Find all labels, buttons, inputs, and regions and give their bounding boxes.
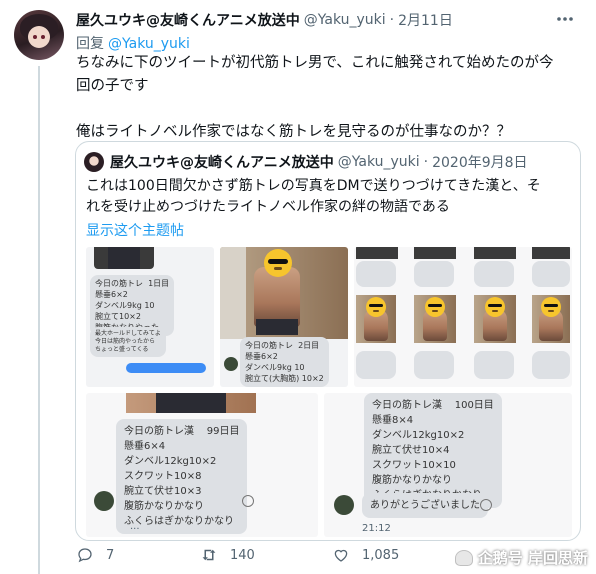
day100-bubble: 今日の筋トレ漢 100日目 懸垂8×4 ダンベル12kg10×2 腕立て伏せ10… xyxy=(364,393,502,508)
retweet-button[interactable]: 140 xyxy=(200,546,255,564)
face-emoji-icon xyxy=(264,249,292,277)
smile-icon xyxy=(480,499,492,511)
like-count: 1,085 xyxy=(362,547,400,563)
quoted-tweet-text: これは100日間欠かさず筋トレの写真をDMで送りつづけてきた漢と、そ れを受け止… xyxy=(86,176,572,218)
media-grid[interactable]: 今日の筋トレ 1日目 懸垂6×2 ダンベル9kg 10 腕立て10×2 腹筋かな… xyxy=(86,247,572,537)
day99-bubble: 今日の筋トレ漢 99日目 懸垂6×4 ダンベル12kg10×2 スクワット10×… xyxy=(116,419,248,534)
replying-to: 回复 @Yaku_yuki xyxy=(76,33,190,53)
tweet-date[interactable]: 2月11日 xyxy=(398,10,453,30)
day1-sent-bubble xyxy=(126,363,206,373)
retweet-icon xyxy=(202,549,216,561)
quoted-user-handle: @Yaku_yuki xyxy=(337,154,420,170)
photo-day100[interactable]: 今日の筋トレ漢 100日目 懸垂8×4 ダンベル12kg10×2 腕立て伏せ10… xyxy=(324,393,572,537)
smile-icon xyxy=(242,495,254,507)
day100-time: 21:12 xyxy=(362,523,391,534)
heart-icon xyxy=(334,549,348,562)
day1-reply-bubble: 最大ホールドしてみてよ 今日は筋肉やったから ちょっと盛ってくる xyxy=(90,327,166,357)
quoted-tweet-date: 2020年9月8日 xyxy=(432,155,528,171)
thread-line xyxy=(38,66,40,574)
quoted-text-line: れを受け止めつづけたライトノベル作家の絆の物語である xyxy=(86,199,450,215)
photo-day99[interactable]: 今日の筋トレ漢 99日目 懸垂6×4 ダンベル12kg10×2 スクワット10×… xyxy=(86,393,318,537)
face-emoji-icon xyxy=(541,297,561,317)
tweet-header: 屋久ユウキ@友崎くんアニメ放送中 @Yaku_yuki · 2月11日 xyxy=(76,9,453,31)
separator-dot: · xyxy=(389,12,395,28)
tweet-text: ちなみに下のツイートが初代筋トレ男で、これに触発されて始めたのが今 回の子です … xyxy=(76,52,576,144)
quoted-tweet-header: 屋久ユウキ@友崎くんアニメ放送中 @Yaku_yuki · 2020年9月8日 xyxy=(84,152,528,172)
day100-thanks-bubble: ありがとうございました xyxy=(362,493,488,518)
reply-to-link[interactable]: @Yaku_yuki xyxy=(108,36,190,52)
quoted-display-name: 屋久ユウキ@友崎くんアニメ放送中 xyxy=(110,155,334,171)
watermark: 企鹅号 岸回思新 xyxy=(454,547,588,568)
author-avatar[interactable] xyxy=(14,10,64,60)
watermark-text: 企鹅号 岸回思新 xyxy=(477,549,588,567)
tweet-text-line: 回の子です xyxy=(76,78,149,94)
quoted-tweet[interactable]: 屋久ユウキ@友崎くんアニメ放送中 @Yaku_yuki · 2020年9月8日 … xyxy=(75,141,581,541)
face-emoji-icon xyxy=(485,297,505,317)
quoted-author-avatar xyxy=(84,152,104,172)
tweet[interactable]: 屋久ユウキ@友崎くんアニメ放送中 @Yaku_yuki · 2月11日 回复 @Y… xyxy=(0,0,596,574)
user-handle[interactable]: @Yaku_yuki xyxy=(304,12,386,28)
photo-collage[interactable] xyxy=(354,247,572,387)
show-thread-link[interactable]: 显示这个主题帖 xyxy=(86,220,184,240)
day99-more: ... xyxy=(130,521,140,532)
tweet-text-line: ちなみに下のツイートが初代筋トレ男で、これに触発されて始めたのが今 xyxy=(76,55,554,71)
display-name[interactable]: 屋久ユウキ@友崎くんアニメ放送中 xyxy=(76,10,300,30)
more-horizontal-icon[interactable] xyxy=(554,8,576,30)
photo-day1[interactable]: 今日の筋トレ 1日目 懸垂6×2 ダンベル9kg 10 腕立て10×2 腹筋かな… xyxy=(86,247,214,387)
reply-button[interactable]: 7 xyxy=(76,546,114,564)
reply-icon xyxy=(78,548,92,563)
face-emoji-icon xyxy=(366,297,386,317)
reply-prefix: 回复 xyxy=(76,36,104,52)
like-button[interactable]: 1,085 xyxy=(332,546,399,564)
retweet-count: 140 xyxy=(230,547,255,563)
day2-bubble: 今日の筋トレ 2日目 懸垂6×2 ダンベル9kg 10 腕立て(大胸筋) 10×… xyxy=(240,337,329,387)
penguin-logo-icon xyxy=(454,549,473,566)
photo-day2[interactable]: 今日の筋トレ 2日目 懸垂6×2 ダンベル9kg 10 腕立て(大胸筋) 10×… xyxy=(220,247,348,387)
quoted-text-line: これは100日間欠かさず筋トレの写真をDMで送りつづけてきた漢と、そ xyxy=(86,178,541,194)
separator-dot: · xyxy=(423,154,429,170)
reply-count: 7 xyxy=(106,547,115,563)
face-emoji-icon xyxy=(425,297,445,317)
